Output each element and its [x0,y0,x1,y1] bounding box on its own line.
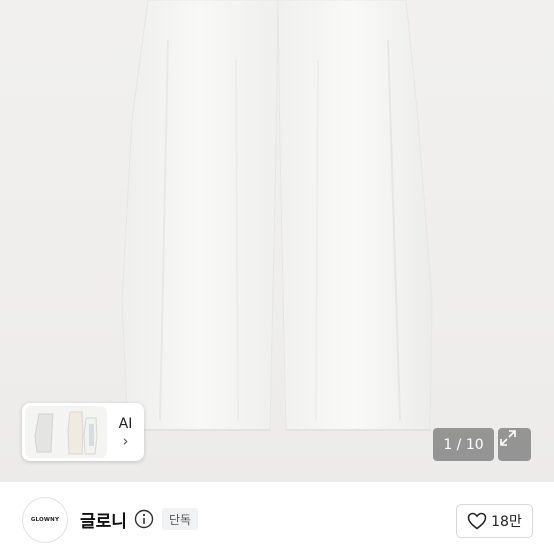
image-counter: 1 / 10 [433,428,494,461]
product-image[interactable]: AI › 1 / 10 [0,0,554,482]
image-counter-total: 10 [465,436,484,453]
seller-bar: GLOWNY 글로니 단독 18만 [0,482,554,554]
exclusive-badge: 단독 [162,508,199,530]
ai-label: AI [118,416,133,432]
like-count: 18만 [491,514,522,530]
seller-logo[interactable]: GLOWNY [22,497,68,543]
ai-similar-items-button[interactable]: AI › [22,403,144,461]
like-button[interactable]: 18만 [456,504,533,538]
image-counter-current: 1 [443,436,453,453]
image-counter-separator: / [452,436,466,453]
ai-thumbnail [25,406,107,458]
expand-arrows-icon [500,430,516,446]
info-circle-icon[interactable] [134,509,154,529]
seller-name[interactable]: 글로니 [80,507,127,532]
heart-outline-icon [467,512,487,530]
expand-button[interactable] [498,428,531,461]
chevron-right-icon: › [122,432,129,450]
